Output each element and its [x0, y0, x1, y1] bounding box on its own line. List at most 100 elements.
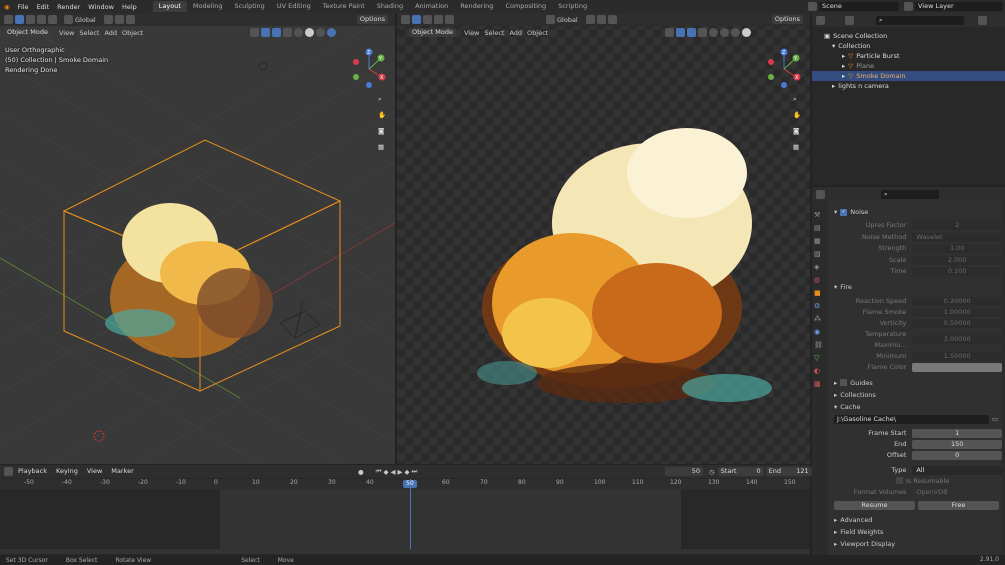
menu-view[interactable]: View: [59, 29, 74, 37]
render-tab-icon[interactable]: ▤: [814, 222, 826, 235]
menu-help[interactable]: Help: [122, 3, 137, 11]
prop-noise-method[interactable]: Noise Method Wavelet: [834, 232, 1002, 244]
outliner-item-particle-burst[interactable]: ▸ ▽ Particle Burst: [824, 51, 1005, 61]
outliner-search-input[interactable]: ⌕: [876, 15, 964, 25]
guides-checkbox[interactable]: [840, 379, 848, 386]
advanced-section-header[interactable]: ▸ Advanced: [834, 514, 1002, 526]
scene-field[interactable]: Scene: [819, 2, 899, 11]
menu-object[interactable]: Object: [122, 29, 143, 37]
editor-type-icon[interactable]: [401, 15, 410, 24]
select-mode-icon[interactable]: [37, 15, 46, 24]
prop-vorticity[interactable]: Vorticity 0.50000: [834, 318, 1002, 329]
world-tab-icon[interactable]: ◍: [814, 274, 826, 287]
proportional-icon[interactable]: [607, 15, 617, 24]
tool-tab-icon[interactable]: ⚒: [814, 209, 826, 222]
view-layer-tab-icon[interactable]: ▧: [814, 248, 826, 261]
view-layer-field[interactable]: View Layer: [915, 2, 1003, 11]
xray-icon[interactable]: [698, 28, 707, 37]
options-button[interactable]: Options: [771, 15, 803, 24]
pivot-icon[interactable]: [585, 15, 595, 24]
material-tab-icon[interactable]: ◐: [814, 365, 826, 378]
camera-view-icon[interactable]: ◙: [378, 123, 388, 139]
noise-checkbox[interactable]: ✓: [840, 208, 848, 216]
menu-view[interactable]: View: [84, 467, 105, 476]
transform-orientation[interactable]: Global: [75, 16, 96, 24]
pan-hand-icon[interactable]: ✋: [793, 107, 803, 123]
wireframe-shading-icon[interactable]: [294, 28, 303, 37]
tab-animation[interactable]: Animation: [409, 1, 454, 12]
play-reverse-icon[interactable]: ◀: [391, 468, 396, 476]
menu-keying[interactable]: Keying: [53, 467, 81, 476]
data-tab-icon[interactable]: ▽: [814, 352, 826, 365]
prop-cache-type[interactable]: Type All: [834, 465, 1002, 475]
select-mode-icon[interactable]: [48, 15, 57, 24]
menu-marker[interactable]: Marker: [108, 467, 136, 476]
pan-hand-icon[interactable]: ✋: [378, 107, 388, 123]
playhead[interactable]: [410, 479, 411, 549]
left-viewport[interactable]: Global Options Object Mode View Select A…: [0, 13, 395, 464]
properties-search-input[interactable]: ⌕: [881, 189, 939, 199]
transform-orientation[interactable]: Global: [557, 16, 578, 24]
select-tool-icon[interactable]: [15, 15, 24, 24]
overlay-icon[interactable]: [272, 28, 281, 37]
right-viewport[interactable]: Global Options Object Mode View Select A…: [397, 13, 810, 464]
constraints-tab-icon[interactable]: ⛓: [814, 339, 826, 352]
jump-keyframe-back-icon[interactable]: ◆: [384, 468, 389, 476]
material-shading-icon[interactable]: [731, 28, 740, 37]
prop-format-volumes[interactable]: Format Volumes OpenVDB: [834, 488, 1002, 497]
jump-keyframe-forward-icon[interactable]: ◆: [405, 468, 410, 476]
resume-button[interactable]: Resume: [834, 500, 915, 510]
select-mode-icon[interactable]: [434, 15, 443, 24]
menu-render[interactable]: Render: [57, 3, 80, 11]
proportional-icon[interactable]: [125, 15, 135, 24]
jump-start-icon[interactable]: ⏮: [376, 467, 382, 476]
editor-type-icon[interactable]: [4, 467, 13, 476]
object-mode-dropdown[interactable]: Object Mode: [409, 28, 456, 37]
display-mode-icon[interactable]: [845, 15, 854, 25]
filter-icon[interactable]: [978, 15, 987, 25]
output-tab-icon[interactable]: ▦: [814, 235, 826, 248]
object-tab-icon[interactable]: ■: [814, 287, 826, 300]
prop-strength[interactable]: Strength 1.00: [834, 243, 1002, 255]
fire-section-header[interactable]: ▾ Fire: [834, 281, 1002, 293]
snap-icon[interactable]: [114, 15, 124, 24]
prop-flame-color[interactable]: Flame Color: [834, 362, 1002, 373]
play-icon[interactable]: ▶: [398, 468, 403, 476]
prop-reaction-speed[interactable]: Reaction Speed 0.20000: [834, 296, 1002, 307]
outliner-item-collection[interactable]: ▾ Collection: [824, 41, 1005, 51]
visibility-icon[interactable]: [250, 28, 259, 37]
free-button[interactable]: Free: [918, 500, 999, 510]
ortho-grid-icon[interactable]: ▦: [378, 139, 388, 155]
menu-playback[interactable]: Playback: [15, 467, 50, 476]
current-frame-field[interactable]: 50: [665, 467, 703, 476]
camera-view-icon[interactable]: ◙: [793, 123, 803, 139]
menu-edit[interactable]: Edit: [37, 3, 50, 11]
overlay-icon[interactable]: [687, 28, 696, 37]
prop-time[interactable]: Time 0.100: [834, 266, 1002, 278]
outliner-scene-collection[interactable]: ▣ Scene Collection: [824, 31, 1005, 41]
ortho-grid-icon[interactable]: ▦: [793, 139, 803, 155]
menu-object[interactable]: Object: [527, 29, 548, 37]
modifier-tab-icon[interactable]: ⚙: [814, 300, 826, 313]
navigation-gizmo[interactable]: ZYX: [765, 47, 805, 91]
snap-icon[interactable]: [596, 15, 606, 24]
tab-rendering[interactable]: Rendering: [454, 1, 499, 12]
select-mode-icon[interactable]: [26, 15, 35, 24]
prop-scale[interactable]: Scale 2.000: [834, 255, 1002, 267]
menu-add[interactable]: Add: [104, 29, 117, 37]
tab-texture-paint[interactable]: Texture Paint: [317, 1, 371, 12]
menu-select[interactable]: Select: [79, 29, 99, 37]
prop-upres-factor[interactable]: Upres Factor 2: [834, 220, 1002, 232]
collections-section-header[interactable]: ▸ Collections: [834, 389, 1002, 401]
viewport-display-section-header[interactable]: ▸ Viewport Display: [834, 538, 1002, 550]
cache-directory-input[interactable]: J:\Gasoline Cache\: [834, 414, 989, 424]
record-icon[interactable]: ●: [358, 468, 364, 476]
start-frame-field[interactable]: Start 0: [717, 467, 764, 476]
is-resumable-checkbox[interactable]: Is Resumable: [834, 477, 1002, 485]
menu-file[interactable]: File: [18, 3, 29, 11]
rendered-shading-icon[interactable]: [742, 28, 751, 37]
select-mode-icon[interactable]: [423, 15, 432, 24]
object-mode-dropdown[interactable]: Object Mode: [4, 28, 51, 37]
prop-offset[interactable]: Offset 0: [834, 450, 1002, 461]
menu-add[interactable]: Add: [509, 29, 522, 37]
